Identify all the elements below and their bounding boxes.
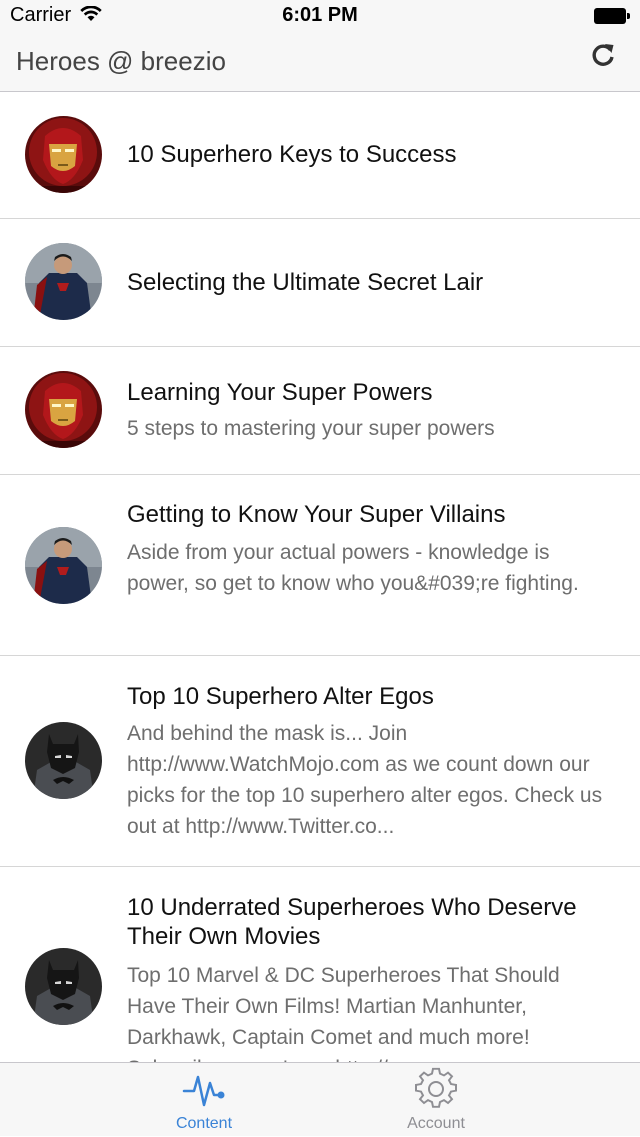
tab-account-label: Account (407, 1115, 465, 1132)
avatar (25, 243, 102, 320)
item-title: Getting to Know Your Super Villains (127, 501, 506, 528)
battery-icon (594, 8, 630, 24)
nav-bar: Heroes @ breezio (0, 32, 640, 92)
refresh-icon[interactable] (588, 40, 618, 70)
avatar (25, 371, 102, 448)
status-bar: Carrier 6:01 PM (0, 0, 640, 32)
item-title: 10 Underrated Superheroes Who Deserve Th… (127, 894, 577, 950)
activity-icon (182, 1075, 225, 1107)
item-title: Learning Your Super Powers (127, 379, 433, 406)
superman-icon (25, 243, 102, 320)
avatar (25, 116, 102, 193)
item-subtitle: And behind the mask is... Join http://ww… (127, 722, 603, 838)
item-subtitle: 5 steps to mastering your super powers (127, 417, 495, 440)
iron-man-icon (25, 371, 102, 448)
list-item[interactable]: Getting to Know Your Super Villains Asid… (0, 475, 640, 656)
iron-man-icon (25, 116, 102, 193)
avatar (25, 527, 102, 604)
status-time: 6:01 PM (282, 4, 358, 26)
list-item[interactable]: Learning Your Super Powers 5 steps to ma… (0, 347, 640, 475)
item-title: Selecting the Ultimate Secret Lair (127, 269, 484, 296)
page-title: Heroes @ breezio (16, 46, 226, 76)
avatar (25, 722, 102, 799)
tab-account[interactable]: Account (276, 1063, 596, 1137)
batman-icon (25, 948, 102, 1025)
avatar (25, 948, 102, 1025)
superman-icon (25, 527, 102, 604)
article-list: 10 Superhero Keys to Success Selecting t… (0, 92, 640, 1062)
gear-icon (415, 1067, 457, 1108)
list-item[interactable]: Selecting the Ultimate Secret Lair (0, 219, 640, 347)
tab-bar: Content Account (0, 1062, 640, 1136)
list-item[interactable]: 10 Superhero Keys to Success (0, 92, 640, 219)
item-subtitle: Top 10 Marvel & DC Superheroes That Shou… (127, 964, 560, 1062)
list-item[interactable]: Top 10 Superhero Alter Egos And behind t… (0, 656, 640, 867)
item-title: 10 Superhero Keys to Success (127, 141, 457, 168)
item-title: Top 10 Superhero Alter Egos (127, 683, 434, 710)
list-item[interactable]: 10 Underrated Superheroes Who Deserve Th… (0, 867, 640, 1062)
batman-icon (25, 722, 102, 799)
item-subtitle: Aside from your actual powers - knowledg… (127, 541, 579, 595)
